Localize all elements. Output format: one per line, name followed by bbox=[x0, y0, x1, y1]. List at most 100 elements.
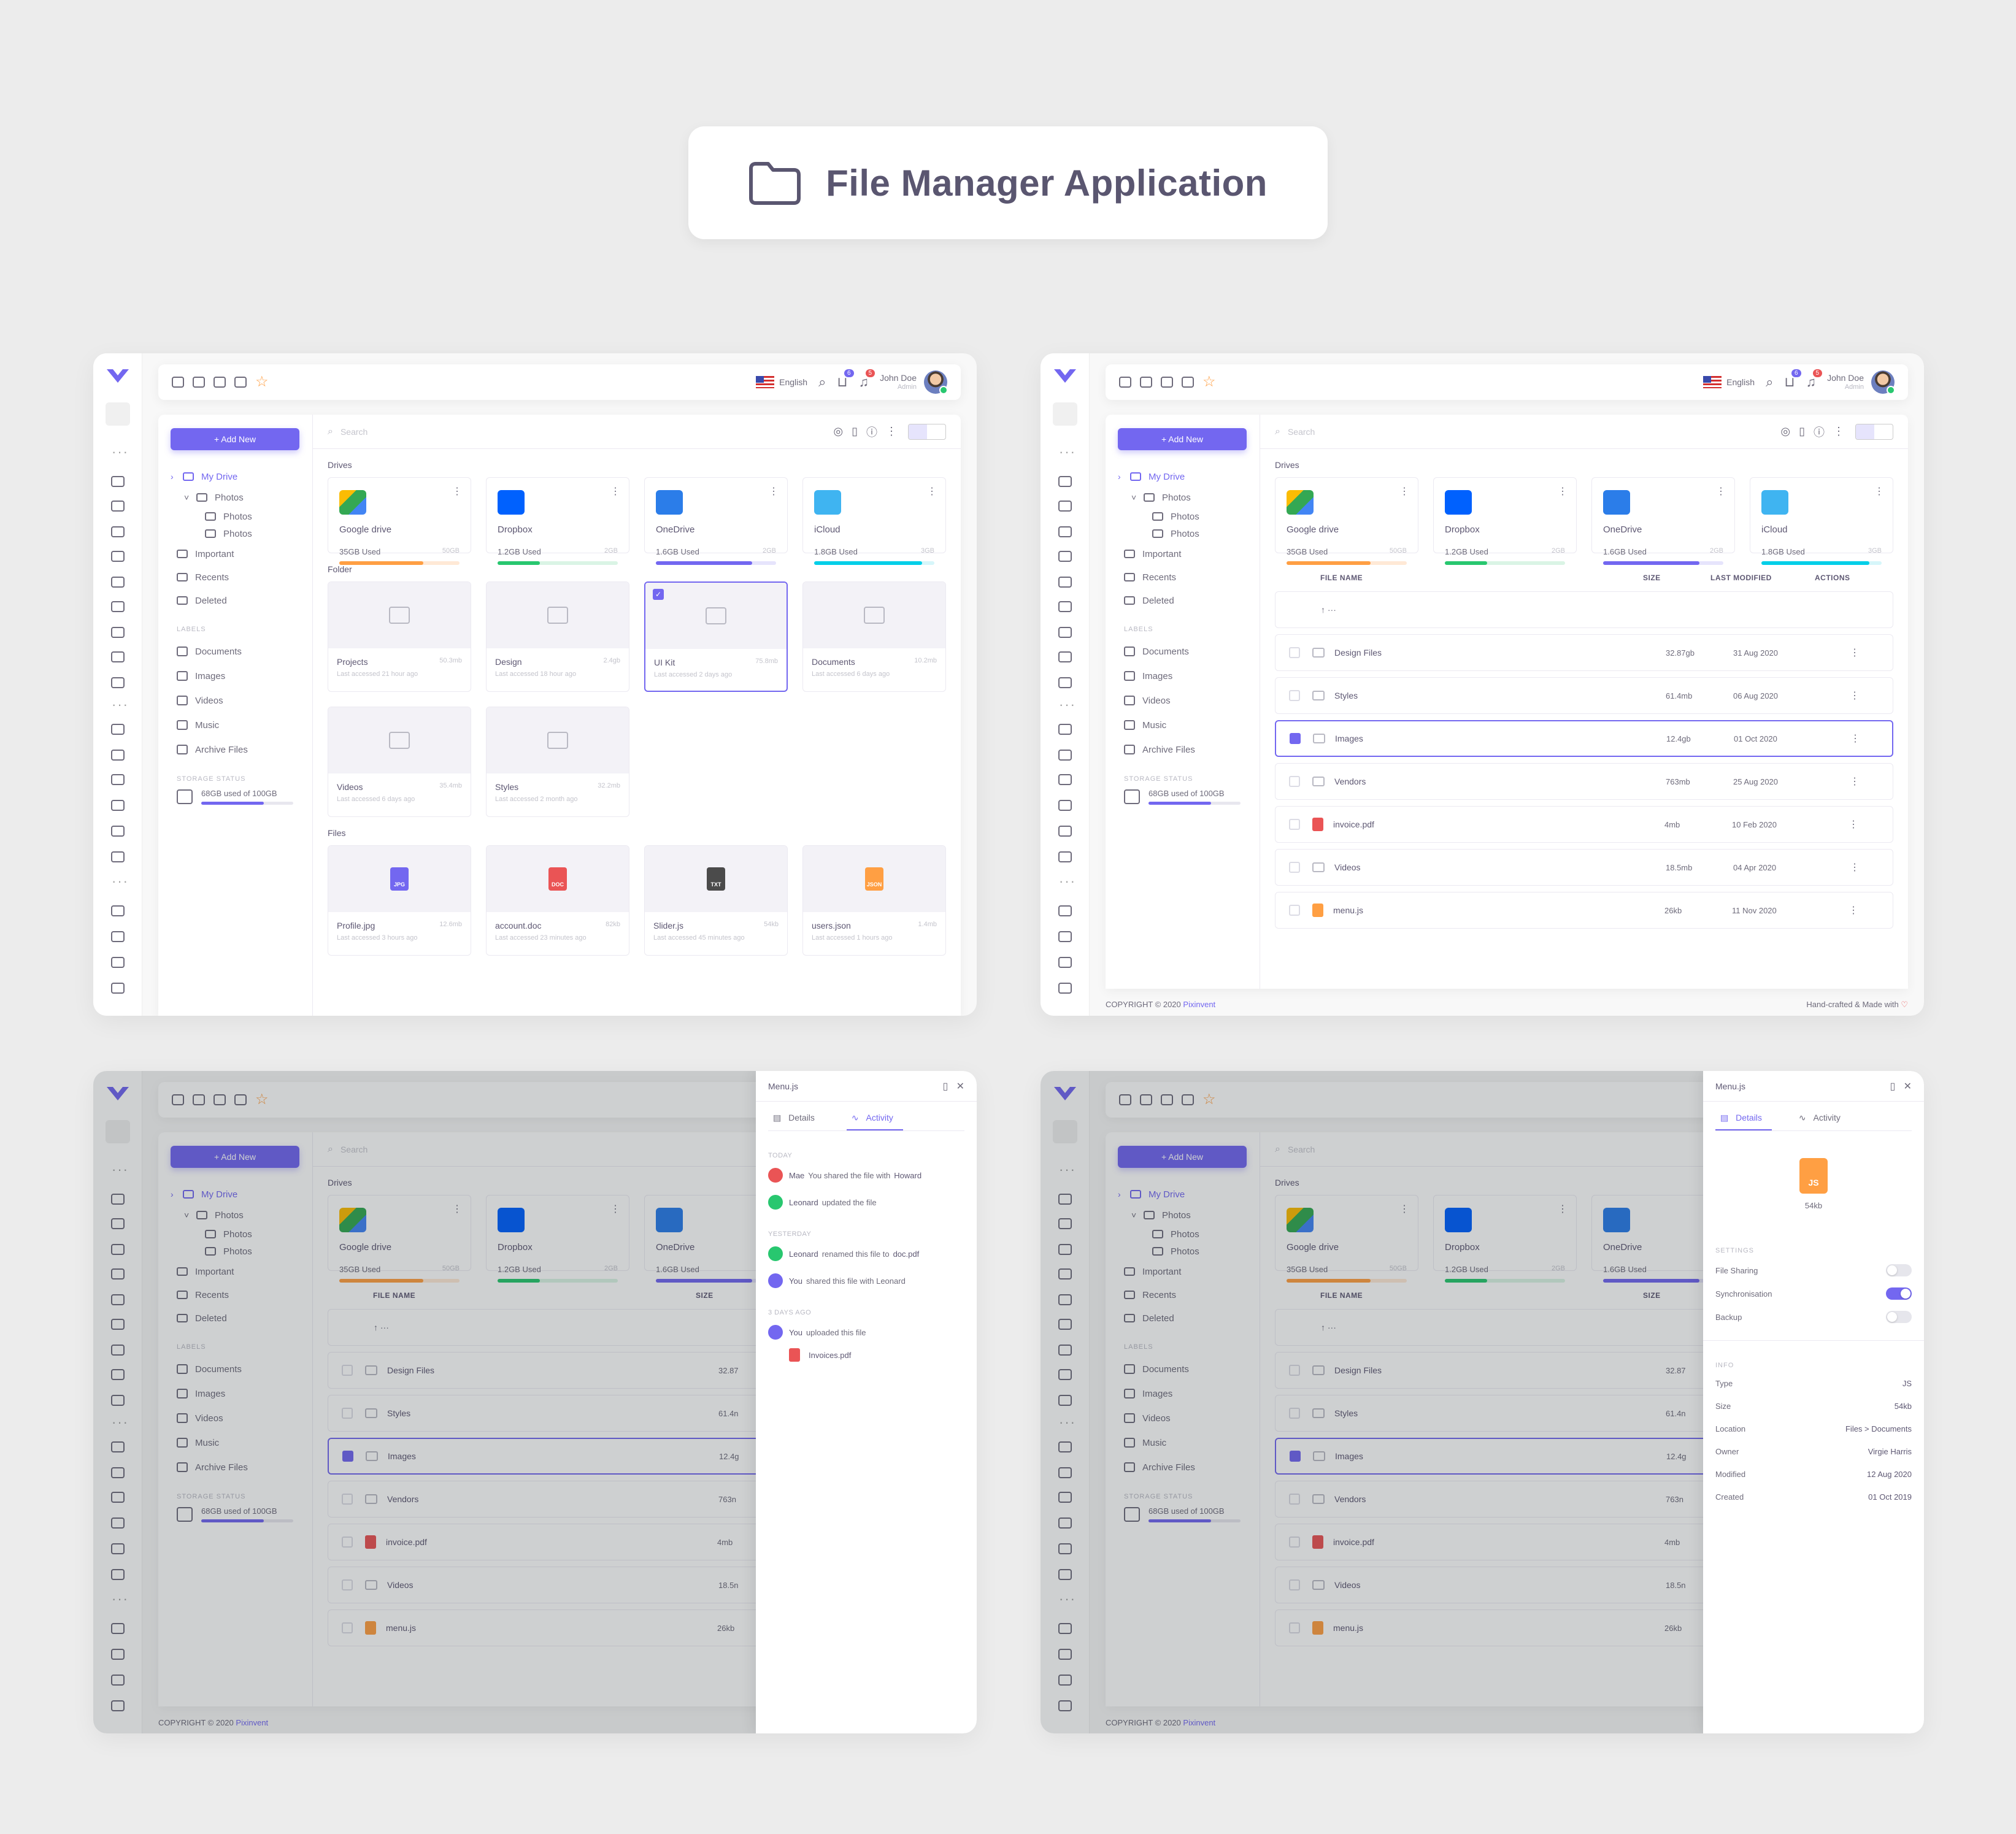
table-row[interactable]: Styles 61.4mb 06 Aug 2020 ⋮ bbox=[1275, 677, 1893, 714]
rail-nav-icon[interactable] bbox=[1058, 651, 1072, 662]
rail-nav-icon[interactable] bbox=[111, 627, 125, 638]
alert-icon[interactable]: ⓘ bbox=[866, 424, 877, 440]
language-selector[interactable]: English bbox=[1726, 377, 1755, 387]
rail-nav-icon[interactable] bbox=[1058, 774, 1072, 785]
alert-icon[interactable]: ⓘ bbox=[1814, 424, 1825, 440]
nav-photos[interactable]: ˅ Photos bbox=[1118, 487, 1247, 508]
row-checkbox[interactable] bbox=[1289, 819, 1300, 830]
rail-nav-icon[interactable] bbox=[1058, 501, 1072, 512]
rail-nav-icon[interactable] bbox=[1058, 931, 1072, 942]
label-item[interactable]: Archive Files bbox=[1118, 737, 1247, 762]
more-vertical-icon[interactable]: ⋮ bbox=[1850, 732, 1860, 745]
nav-photos-sub[interactable]: Photos bbox=[171, 525, 300, 542]
more-vertical-icon[interactable]: ⋮ bbox=[1850, 775, 1860, 788]
rail-nav-icon[interactable] bbox=[111, 551, 125, 562]
nav-my-drive[interactable]: › My Drive bbox=[1118, 466, 1247, 487]
rail-nav-icon[interactable] bbox=[1058, 551, 1072, 562]
rail-nav-icon[interactable] bbox=[111, 526, 125, 537]
star-icon[interactable]: ☆ bbox=[1202, 375, 1216, 389]
rail-nav-icon[interactable] bbox=[111, 750, 125, 761]
label-item[interactable]: Images bbox=[1118, 664, 1247, 688]
add-new-button[interactable]: + Add New bbox=[1118, 428, 1247, 450]
rail-nav-icon[interactable] bbox=[1058, 826, 1072, 837]
label-item[interactable]: Videos bbox=[171, 688, 300, 713]
more-vertical-icon[interactable]: ⋮ bbox=[1849, 818, 1858, 831]
label-item[interactable]: Documents bbox=[1118, 639, 1247, 664]
rail-nav-icon[interactable] bbox=[1058, 800, 1072, 811]
cart-icon[interactable]: ⊔6 bbox=[1784, 369, 1801, 390]
rail-nav-icon[interactable] bbox=[111, 601, 125, 612]
drive-card[interactable]: ⋮ Dropbox 1.2GB Used 2GB bbox=[486, 477, 629, 565]
toggle-switch[interactable] bbox=[1886, 1311, 1912, 1323]
drive-card[interactable]: ⋮ iCloud 1.8GB Used 3GB bbox=[802, 477, 946, 565]
grid-view-icon[interactable] bbox=[1856, 424, 1874, 439]
rail-nav-icon[interactable] bbox=[1058, 851, 1072, 862]
message-icon[interactable] bbox=[1140, 377, 1152, 388]
more-vertical-icon[interactable]: ⋮ bbox=[1850, 647, 1860, 659]
nav-photos-sub[interactable]: Photos bbox=[171, 508, 300, 525]
more-vertical-icon[interactable]: ⋮ bbox=[1850, 861, 1860, 873]
toggle-switch[interactable] bbox=[1886, 1287, 1912, 1300]
logo-icon[interactable] bbox=[1053, 367, 1077, 385]
table-row[interactable]: Design Files 32.87gb 31 Aug 2020 ⋮ bbox=[1275, 634, 1893, 671]
rail-nav-icon[interactable] bbox=[111, 651, 125, 662]
nav-photos-sub[interactable]: Photos bbox=[1118, 525, 1247, 542]
table-row[interactable]: Vendors 763mb 25 Aug 2020 ⋮ bbox=[1275, 763, 1893, 800]
info-icon[interactable]: ◎ bbox=[833, 425, 843, 438]
more-vertical-icon[interactable]: ⋮ bbox=[610, 485, 620, 497]
table-row[interactable]: Videos 18.5mb 04 Apr 2020 ⋮ bbox=[1275, 849, 1893, 886]
row-checkbox[interactable] bbox=[1290, 733, 1301, 744]
nav-photos-sub[interactable]: Photos bbox=[1118, 508, 1247, 525]
label-item[interactable]: Music bbox=[171, 713, 300, 737]
view-toggle[interactable] bbox=[1855, 423, 1893, 440]
nav-recents[interactable]: Recents bbox=[171, 566, 300, 589]
search-icon[interactable]: ⌕ bbox=[818, 374, 826, 390]
info-icon[interactable]: ◎ bbox=[1780, 425, 1790, 438]
rail-nav-icon[interactable] bbox=[1058, 476, 1072, 487]
view-toggle[interactable] bbox=[908, 423, 946, 440]
nav-important[interactable]: Important bbox=[1118, 542, 1247, 566]
trash-icon[interactable]: ▯ bbox=[1890, 1081, 1895, 1092]
rail-nav-icon[interactable] bbox=[1058, 577, 1072, 588]
row-checkbox[interactable] bbox=[1289, 647, 1300, 658]
nav-deleted[interactable]: Deleted bbox=[1118, 589, 1247, 612]
folder-card[interactable]: Videos 35.4mb Last accessed 6 days ago bbox=[328, 707, 471, 817]
rail-nav-icon[interactable] bbox=[1058, 983, 1072, 994]
trash-icon[interactable]: ▯ bbox=[1799, 425, 1805, 438]
nav-important[interactable]: Important bbox=[171, 542, 300, 566]
us-flag-icon[interactable] bbox=[1703, 376, 1722, 388]
search-input[interactable]: Search bbox=[340, 427, 825, 437]
folder-card[interactable]: Design 2.4gb Last accessed 18 hour ago bbox=[486, 581, 629, 692]
row-checkbox[interactable] bbox=[1289, 862, 1300, 873]
rail-nav-icon[interactable] bbox=[111, 983, 125, 994]
list-view-icon[interactable] bbox=[1874, 424, 1893, 439]
more-vertical-icon[interactable]: ⋮ bbox=[1833, 425, 1844, 438]
folder-card[interactable]: Styles 32.2mb Last accessed 2 month ago bbox=[486, 707, 629, 817]
tab-activity[interactable]: ∿ Activity bbox=[1794, 1113, 1850, 1130]
nav-deleted[interactable]: Deleted bbox=[171, 589, 300, 612]
more-vertical-icon[interactable]: ⋮ bbox=[452, 485, 462, 497]
tab-details[interactable]: ▤ Details bbox=[768, 1113, 825, 1130]
row-checkbox[interactable] bbox=[1289, 690, 1300, 701]
rail-nav-icon[interactable] bbox=[1058, 677, 1072, 688]
star-icon[interactable]: ☆ bbox=[255, 375, 269, 389]
toggle-switch[interactable] bbox=[1886, 1264, 1912, 1276]
message-icon[interactable] bbox=[193, 377, 205, 388]
file-card[interactable]: JPG Profile.jpg 12.6mb Last accessed 3 hour… bbox=[328, 845, 471, 956]
drive-card[interactable]: ⋮ Dropbox 1.2GB Used 2GB bbox=[1433, 477, 1577, 565]
drive-card[interactable]: ⋮ Google drive 35GB Used 50GB bbox=[1275, 477, 1418, 565]
close-icon[interactable]: ✕ bbox=[1904, 1081, 1912, 1092]
more-vertical-icon[interactable]: ⋮ bbox=[1850, 689, 1860, 702]
folder-card[interactable]: ✓ UI Kit 75.8mb Last accessed 2 days ago bbox=[644, 581, 788, 692]
row-checkbox[interactable] bbox=[1289, 905, 1300, 916]
rail-nav-icon[interactable] bbox=[111, 724, 125, 735]
more-vertical-icon[interactable]: ⋮ bbox=[1874, 485, 1884, 497]
drive-card[interactable]: ⋮ OneDrive 1.6GB Used 2GB bbox=[644, 477, 788, 565]
more-vertical-icon[interactable]: ⋮ bbox=[769, 485, 779, 497]
rail-nav-icon[interactable] bbox=[111, 774, 125, 785]
cart-icon[interactable]: ⊔6 bbox=[837, 369, 854, 390]
bell-icon[interactable]: ♫5 bbox=[859, 369, 875, 390]
rail-nav-icon[interactable] bbox=[111, 931, 125, 942]
rail-nav-icon[interactable] bbox=[1058, 627, 1072, 638]
us-flag-icon[interactable] bbox=[756, 376, 775, 388]
